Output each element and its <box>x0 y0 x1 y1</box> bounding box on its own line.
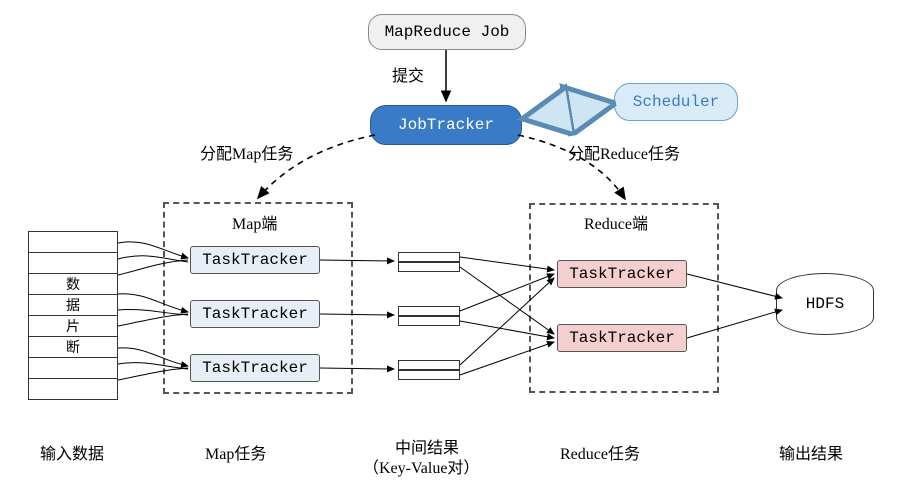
mapreduce-job-node: MapReduce Job <box>368 14 526 50</box>
intermediate-block <box>398 252 460 262</box>
map-tasktracker-2: TaskTracker <box>190 300 320 328</box>
map-side-label: Map端 <box>232 210 277 234</box>
reduce-tasktracker-1: TaskTracker <box>557 260 687 288</box>
data-cell: 据 <box>28 295 118 316</box>
data-cell <box>28 379 118 400</box>
bottom-label-reduce: Reduce任务 <box>560 440 640 464</box>
bottom-label-output: 输出结果 <box>779 440 843 464</box>
input-data-stack: 数 据 片 断 <box>28 231 118 400</box>
map-tasktracker-3: TaskTracker <box>190 354 320 382</box>
assign-reduce-label: 分配Reduce任务 <box>568 140 680 164</box>
intermediate-block <box>398 316 460 326</box>
data-cell <box>28 358 118 379</box>
bottom-label-map: Map任务 <box>205 440 266 464</box>
data-cell: 断 <box>28 337 118 358</box>
bottom-label-intermediate2: （Key-Value对） <box>363 454 479 478</box>
assign-map-label: 分配Map任务 <box>200 140 293 164</box>
data-cell: 片 <box>28 316 118 337</box>
map-tasktracker-1: TaskTracker <box>190 246 320 274</box>
hdfs-node: HDFS <box>776 273 874 335</box>
intermediate-block <box>398 262 460 272</box>
submit-label: 提交 <box>388 62 428 86</box>
intermediate-block <box>398 370 460 380</box>
data-cell <box>28 231 118 253</box>
connections-svg <box>0 0 898 500</box>
reduce-tasktracker-2: TaskTracker <box>557 324 687 352</box>
reduce-side-label: Reduce端 <box>584 210 648 234</box>
intermediate-block <box>398 306 460 316</box>
data-cell: 数 <box>28 274 118 295</box>
jobtracker-node: JobTracker <box>370 105 522 145</box>
intermediate-block <box>398 360 460 370</box>
scheduler-node: Scheduler <box>614 83 738 121</box>
bottom-label-input: 输入数据 <box>40 440 104 464</box>
data-cell <box>28 253 118 274</box>
